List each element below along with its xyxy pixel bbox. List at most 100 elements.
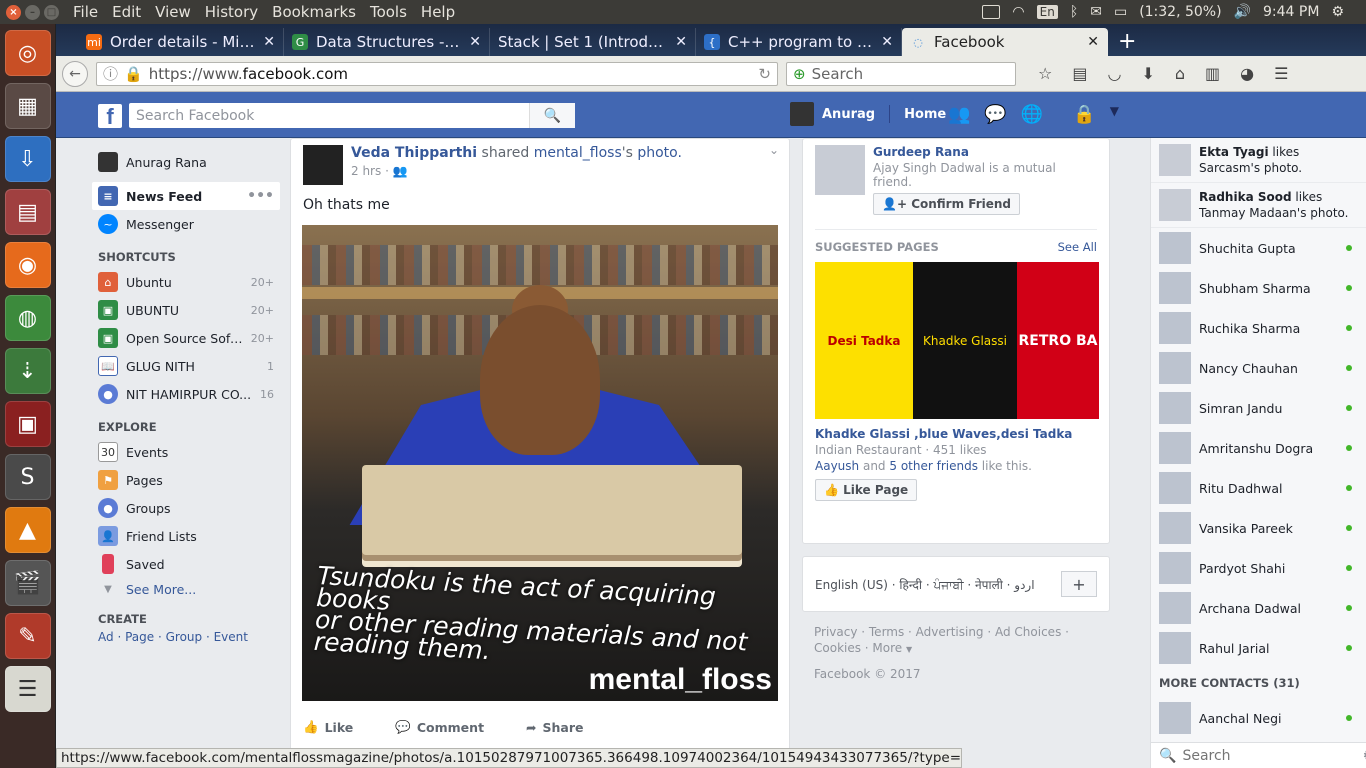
contact-item[interactable]: Nancy Chauhan: [1151, 348, 1366, 388]
home-icon[interactable]: ⌂: [1175, 64, 1185, 83]
bluetooth-icon[interactable]: ᛒ: [1070, 4, 1078, 20]
downloads-icon[interactable]: ⬇: [1141, 64, 1154, 83]
ticker-item[interactable]: Radhika Sood likes Tanmay Madaan's photo…: [1151, 183, 1366, 228]
reading-list-icon[interactable]: ▤: [1072, 64, 1087, 83]
facebook-logo[interactable]: f: [98, 104, 122, 129]
see-all-link[interactable]: See All: [1058, 240, 1097, 254]
volume-icon[interactable]: 🔊: [1234, 4, 1251, 20]
contact-item[interactable]: Aanchal Negi: [1151, 698, 1366, 738]
tab-facebook[interactable]: ◌ Facebook ✕: [902, 28, 1108, 56]
post-object-link[interactable]: photo.: [637, 145, 682, 161]
chat-settings-gear-icon[interactable]: ⚙: [1362, 748, 1366, 764]
browser-search-field[interactable]: ⊕ Search: [786, 61, 1016, 86]
confirm-friend-button[interactable]: 👤+ Confirm Friend: [873, 193, 1021, 215]
workspace-switcher-icon[interactable]: ▦: [4, 83, 51, 129]
privacy-friends-icon[interactable]: 👥: [393, 164, 408, 178]
explore-item-friend-lists[interactable]: 👤 Friend Lists: [92, 522, 280, 550]
explore-item-groups[interactable]: ● Groups: [92, 494, 280, 522]
contact-item[interactable]: Simran Jandu: [1151, 388, 1366, 428]
news-feed-link[interactable]: ≡ News Feed •••: [92, 182, 280, 210]
explore-item-pages[interactable]: ⚑ Pages: [92, 466, 280, 494]
shortcut-item[interactable]: ⌂ Ubuntu 20+: [92, 268, 280, 296]
post-options-chevron-icon[interactable]: ⌄: [769, 143, 779, 157]
tab-data-structures[interactable]: G Data Structures - Ge... ✕: [284, 28, 490, 56]
contact-item[interactable]: Rahul Jarial: [1151, 628, 1366, 668]
contact-item[interactable]: Shubham Sharma: [1151, 268, 1366, 308]
close-icon[interactable]: ✕: [675, 34, 687, 50]
window-maximize-button[interactable]: □: [44, 4, 59, 20]
profile-link[interactable]: Anurag Rana: [92, 148, 280, 176]
friend-request-name[interactable]: Gurdeep Rana: [873, 145, 1097, 159]
close-icon[interactable]: ✕: [1087, 34, 1099, 50]
post-author-link[interactable]: Veda Thipparthi: [351, 145, 477, 161]
close-icon[interactable]: ✕: [263, 34, 275, 50]
chrome-icon[interactable]: ◍: [4, 295, 51, 341]
menu-history[interactable]: History: [198, 3, 265, 21]
mail-icon[interactable]: ✉: [1090, 4, 1102, 20]
footer-links-row1[interactable]: Privacy · Terms · Advertising · Ad Choic…: [814, 625, 1069, 639]
create-group-link[interactable]: Group: [166, 630, 203, 644]
explore-item-saved[interactable]: Saved: [92, 550, 280, 578]
shortcut-item[interactable]: ▣ UBUNTU 20+: [92, 296, 280, 324]
notifications-globe-icon[interactable]: 🌐: [1021, 104, 1043, 125]
comment-button[interactable]: 💬 Comment: [395, 719, 484, 735]
tab-order-details[interactable]: mi Order details - Mi In... ✕: [78, 28, 284, 56]
back-button[interactable]: ←: [62, 60, 88, 87]
window-close-button[interactable]: ×: [6, 4, 21, 20]
shortcut-item[interactable]: ● NIT HAMIRPUR CO... 16: [92, 380, 280, 408]
clock[interactable]: 9:44 PM: [1263, 4, 1319, 20]
avatar[interactable]: [303, 145, 343, 185]
create-ad-link[interactable]: Ad: [98, 630, 114, 644]
ubuntu-dash-icon[interactable]: ◎: [4, 30, 51, 76]
menu-help[interactable]: Help: [414, 3, 462, 21]
system-settings-icon[interactable]: ✎: [4, 613, 51, 659]
shortcut-item[interactable]: 📖 GLUG NITH 1: [92, 352, 280, 380]
avatar[interactable]: [790, 102, 814, 126]
ticker-item[interactable]: Ekta Tyagi likes Sarcasm's photo.: [1151, 138, 1366, 183]
keyboard-lang-indicator[interactable]: En: [1036, 5, 1058, 19]
post-time[interactable]: 2 hrs: [351, 164, 381, 178]
color-extension-icon[interactable]: ◕: [1240, 64, 1254, 83]
footer-links-row2[interactable]: Cookies · More: [814, 641, 902, 655]
home-link[interactable]: Home: [904, 107, 946, 122]
contact-item[interactable]: Shuchita Gupta: [1151, 228, 1366, 268]
menu-bookmarks[interactable]: Bookmarks: [265, 3, 363, 21]
like-page-button[interactable]: 👍 Like Page: [815, 479, 918, 501]
video-editor-icon[interactable]: 🎬: [4, 560, 51, 606]
sublime-app-icon[interactable]: ▣: [4, 401, 51, 447]
share-button[interactable]: ➦ Share: [526, 719, 583, 735]
create-page-link[interactable]: Page: [125, 630, 154, 644]
add-language-button[interactable]: +: [1061, 571, 1097, 597]
pocket-icon[interactable]: ◡: [1107, 64, 1121, 83]
menu-edit[interactable]: Edit: [105, 3, 148, 21]
language-links[interactable]: English (US) · हिन्दी · ਪੰਜਾਬੀ · नेपाली …: [815, 576, 1035, 593]
account-chevron-down-icon[interactable]: ▼: [1110, 104, 1119, 125]
office-stack-icon[interactable]: ☰: [4, 666, 51, 712]
more-options-icon[interactable]: •••: [247, 188, 280, 204]
screen-icon[interactable]: [982, 5, 1001, 19]
post-photo[interactable]: Tsundoku is the act of acquiring books o…: [302, 225, 778, 701]
explore-item-events[interactable]: 30 Events: [92, 438, 280, 466]
contact-item[interactable]: Archana Dadwal: [1151, 588, 1366, 628]
bookmark-star-icon[interactable]: ☆: [1038, 64, 1052, 83]
close-icon[interactable]: ✕: [469, 34, 481, 50]
tab-stack[interactable]: Stack | Set 1 (Introducti... ✕: [490, 28, 696, 56]
contact-item[interactable]: Pardyot Shahi: [1151, 548, 1366, 588]
url-bar[interactable]: ⓘ 🔒 https://www.facebook.com ↻: [96, 61, 778, 86]
post-page-link[interactable]: mental_floss: [534, 145, 622, 161]
vlc-icon[interactable]: ▲: [4, 507, 51, 553]
sublime-text-icon[interactable]: S: [4, 454, 51, 500]
info-icon[interactable]: ⓘ: [103, 63, 118, 84]
hamburger-menu-icon[interactable]: ☰: [1274, 64, 1288, 83]
create-event-link[interactable]: Event: [214, 630, 248, 644]
battery-status[interactable]: (1:32, 50%): [1139, 4, 1221, 20]
other-friends-link[interactable]: 5 other friends: [889, 459, 978, 473]
menu-file[interactable]: File: [66, 3, 105, 21]
contact-item[interactable]: Ruchika Sharma: [1151, 308, 1366, 348]
tab-cpp-program[interactable]: { C++ program to imp... ✕: [696, 28, 902, 56]
like-button[interactable]: 👍 Like: [303, 719, 353, 735]
battery-icon[interactable]: ▭: [1114, 4, 1127, 20]
menu-view[interactable]: View: [148, 3, 198, 21]
suggested-page-image[interactable]: Desi Tadka Khadke Glassi RETRO BA: [815, 262, 1099, 419]
shortcut-item[interactable]: ▣ Open Source Softwa... 20+: [92, 324, 280, 352]
